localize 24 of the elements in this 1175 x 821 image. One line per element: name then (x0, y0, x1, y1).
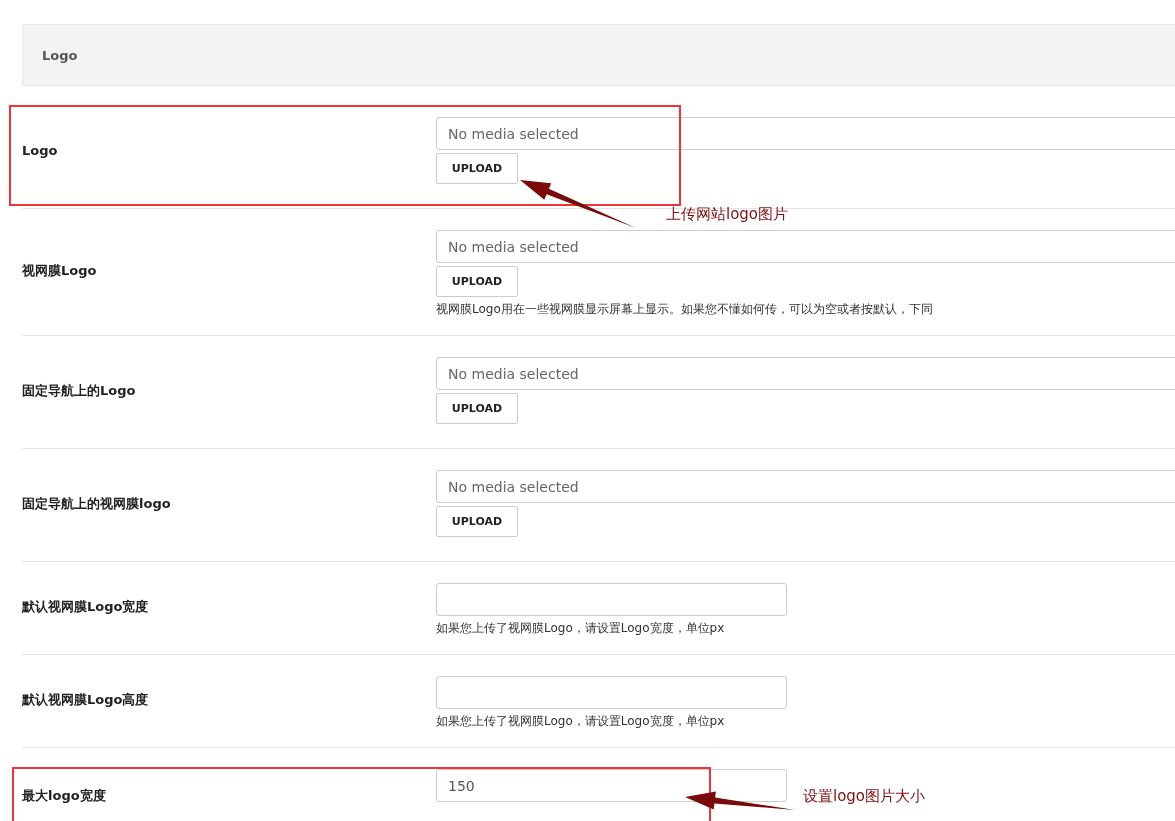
field-label: 最大logo宽度 (22, 787, 107, 805)
field-label: 固定导航上的Logo (22, 381, 137, 400)
upload-button[interactable]: UPLOAD (436, 393, 518, 424)
input-field[interactable] (436, 676, 787, 709)
section-title: Logo (42, 47, 78, 63)
help-text: 如果您上传了视网膜Logo，请设置Logo宽度，单位px (436, 621, 725, 636)
help-text: 视网膜Logo用在一些视网膜显示屏幕上显示。如果您不懂如何传，可以为空或者按默认，下同 (436, 302, 933, 317)
annotation-text: 设置logo图片大小 (803, 787, 926, 806)
annotation-text: 上传网站logo图片 (666, 205, 789, 224)
help-text: 如果您上传了视网膜Logo，请设置Logo宽度，单位px (436, 714, 725, 729)
field-label: 默认视网膜Logo宽度 (22, 597, 150, 616)
upload-button[interactable]: UPLOAD (436, 506, 518, 537)
input-field[interactable]: 150 (436, 769, 787, 802)
upload-button[interactable]: UPLOAD (436, 153, 518, 184)
media-field[interactable]: No media selected (436, 357, 1175, 390)
upload-button[interactable]: UPLOAD (436, 266, 518, 297)
field-label: Logo (22, 143, 59, 158)
input-field[interactable] (436, 583, 787, 616)
field-label: 视网膜Logo (22, 261, 98, 280)
media-field[interactable]: No media selected (436, 117, 1175, 150)
field-label: 默认视网膜Logo高度 (22, 690, 150, 709)
media-field[interactable]: No media selected (436, 230, 1175, 263)
field-label: 固定导航上的视网膜logo (22, 494, 172, 513)
media-field[interactable]: No media selected (436, 470, 1175, 503)
